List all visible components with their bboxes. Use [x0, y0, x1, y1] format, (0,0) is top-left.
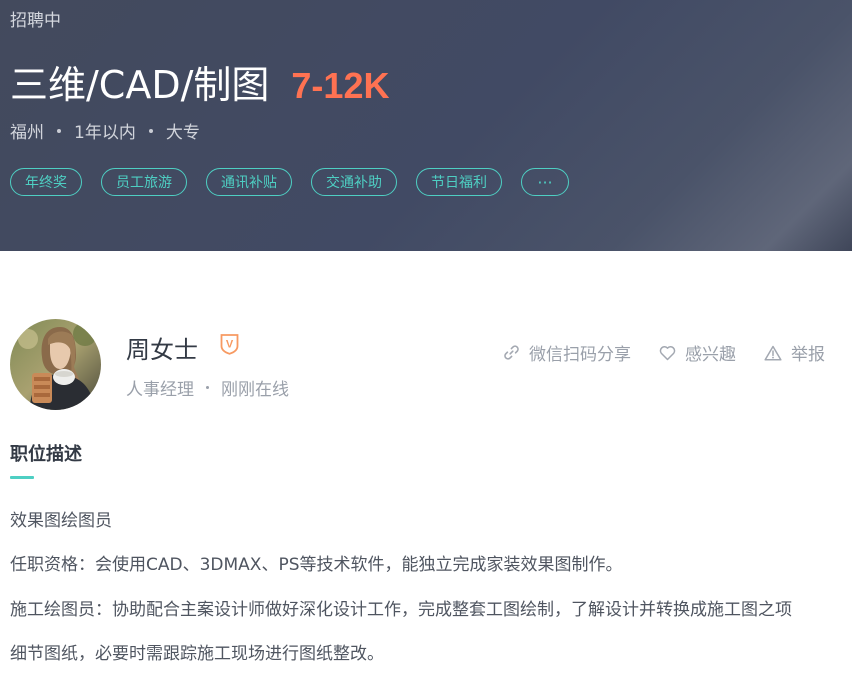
- benefit-tag: 交通补助: [311, 168, 397, 196]
- job-experience: 1年以内: [74, 123, 136, 143]
- share-button[interactable]: 微信扫码分享: [503, 340, 631, 365]
- recruiter-avatar[interactable]: [10, 319, 101, 410]
- recruiter-online-status: 刚刚在线: [221, 380, 289, 400]
- description-line: 任职资格：会使用CAD、3DMAX、PS等技术软件，能独立完成家装效果图制作。: [10, 555, 623, 575]
- heading-underline: [10, 476, 34, 479]
- report-button[interactable]: 举报: [764, 340, 825, 365]
- share-label: 微信扫码分享: [529, 345, 631, 365]
- recruiter-meta: 人事经理 刚刚在线: [126, 375, 289, 400]
- meta-separator: [57, 128, 61, 133]
- recruiter-name: 周女士: [126, 336, 198, 364]
- verified-shield-icon: V: [220, 334, 239, 355]
- benefit-tag: 通讯补贴: [206, 168, 292, 196]
- meta-separator: [206, 386, 209, 389]
- avatar-photo: [10, 319, 101, 410]
- benefit-tags: 年终奖 员工旅游 通讯补贴 交通补助 节日福利 ···: [10, 168, 569, 196]
- meta-separator: [148, 128, 153, 133]
- job-title: 三维/CAD/制图: [10, 63, 270, 107]
- verify-badge-letter: V: [226, 339, 234, 351]
- recruiting-status: 招聘中: [10, 11, 61, 31]
- job-actions: 微信扫码分享 感兴趣 举报: [503, 340, 825, 365]
- job-city: 福州: [10, 123, 44, 143]
- benefit-tag: 年终奖: [10, 168, 82, 196]
- description-line: 细节图纸，必要时需跟踪施工现场进行图纸整改。: [10, 644, 384, 664]
- heart-outline-icon: [659, 345, 676, 360]
- salary-range: 7-12K: [291, 65, 390, 106]
- recruiter-role: 人事经理: [126, 380, 194, 400]
- interest-label: 感兴趣: [685, 345, 736, 365]
- warning-triangle-icon: [764, 345, 782, 361]
- benefit-tag: 员工旅游: [101, 168, 187, 196]
- report-label: 举报: [791, 345, 825, 365]
- interest-button[interactable]: 感兴趣: [659, 340, 736, 365]
- description-line: 施工绘图员：协助配合主案设计师做好深化设计工作，完成整套工图绘制，了解设计并转换…: [10, 600, 792, 620]
- job-education: 大专: [165, 123, 200, 143]
- job-meta: 福州 1年以内 大专: [10, 118, 200, 143]
- job-header-banner: 招聘中 三维/CAD/制图 7-12K 福州 1年以内 大专 年终奖 员工旅游 …: [0, 0, 852, 251]
- link-icon: [504, 345, 519, 360]
- more-tags-button[interactable]: ···: [521, 168, 569, 196]
- description-heading: 职位描述: [10, 444, 82, 465]
- title-row: 三维/CAD/制图 7-12K: [10, 54, 389, 109]
- benefit-tag: 节日福利: [416, 168, 502, 196]
- description-line: 效果图绘图员: [10, 511, 112, 531]
